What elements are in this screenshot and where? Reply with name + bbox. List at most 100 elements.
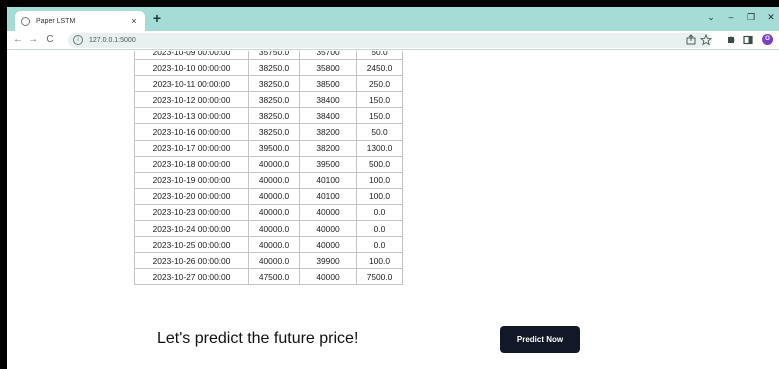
price-table: 2023-10-09 00:00:00 35750.0 35700 50.0 2023-… <box>134 51 403 286</box>
value-a-cell: 40000.0 <box>248 203 300 222</box>
table-row: 2023-10-11 00:00:00 38250.0 38500 250.0 <box>134 75 403 93</box>
value-b-cell: 40000 <box>299 268 357 286</box>
value-a-cell: 38250.0 <box>248 107 300 125</box>
value-a-cell: 39500.0 <box>248 139 300 157</box>
value-b-cell: 38400 <box>299 91 357 109</box>
value-b-cell: 38200 <box>299 123 357 141</box>
date-cell: 2023-10-24 00:00:00 <box>134 220 249 238</box>
value-a-cell: 38250.0 <box>248 123 300 141</box>
value-a-cell: 40000.0 <box>248 236 300 254</box>
star-icon[interactable] <box>700 34 712 46</box>
value-b-cell: 38500 <box>299 75 357 93</box>
forward-arrow-icon[interactable]: → <box>27 34 39 46</box>
value-c-cell: 0.0 <box>356 236 403 254</box>
table-row: 2023-10-16 00:00:00 38250.0 38200 50.0 <box>134 123 403 141</box>
date-cell: 2023-10-25 00:00:00 <box>134 236 249 254</box>
value-a-cell: 38250.0 <box>248 91 300 109</box>
value-c-cell: 150.0 <box>356 107 403 125</box>
date-cell: 2023-10-27 00:00:00 <box>134 268 249 286</box>
table-row: 2023-10-24 00:00:00 40000.0 40000 0.0 <box>134 220 403 238</box>
new-tab-button[interactable]: + <box>150 10 164 26</box>
chevron-down-icon[interactable]: ⌄ <box>704 11 718 23</box>
value-a-cell: 40000.0 <box>248 155 300 173</box>
table-row: 2023-10-25 00:00:00 40000.0 40000 0.0 <box>134 236 403 254</box>
value-c-cell: 7500.0 <box>356 268 403 286</box>
value-c-cell: 100.0 <box>356 187 403 205</box>
table-row: 2023-10-23 00:00:00 40000.0 40000 0.0 <box>134 203 403 222</box>
table-row: 2023-10-12 00:00:00 38250.0 38400 150.0 <box>134 91 403 109</box>
value-c-cell: 50.0 <box>356 123 403 141</box>
share-icon[interactable] <box>685 34 697 46</box>
date-cell: 2023-10-13 00:00:00 <box>134 107 249 125</box>
value-c-cell: 250.0 <box>356 75 403 93</box>
value-a-cell: 38250.0 <box>248 59 300 77</box>
date-cell: 2023-10-26 00:00:00 <box>134 252 249 270</box>
address-toolbar: ← → C i 127.0.0.1:5000 O ⋮ <box>7 31 779 50</box>
extensions-icon[interactable] <box>725 34 737 46</box>
date-cell: 2023-10-10 00:00:00 <box>134 59 249 77</box>
date-cell: 2023-10-12 00:00:00 <box>134 91 249 109</box>
table-row: 2023-10-27 00:00:00 47500.0 40000 7500.0 <box>134 268 403 286</box>
value-b-cell: 35700 <box>299 51 357 61</box>
browser-tab[interactable]: Paper LSTM × <box>15 11 145 31</box>
browser-window: Paper LSTM × + ⌄ – ❐ ✕ ← → C i 127.0.0.1… <box>7 7 779 369</box>
maximize-button[interactable]: ❐ <box>744 11 758 23</box>
date-cell: 2023-10-16 00:00:00 <box>134 123 249 141</box>
value-b-cell: 40000 <box>299 203 357 222</box>
predict-now-button[interactable]: Predict Now <box>500 326 580 353</box>
profile-avatar[interactable]: O <box>762 34 773 45</box>
date-cell: 2023-10-23 00:00:00 <box>134 203 249 222</box>
tab-close-icon[interactable]: × <box>129 16 139 26</box>
table-row: 2023-10-17 00:00:00 39500.0 38200 1300.0 <box>134 139 403 157</box>
value-c-cell: 150.0 <box>356 91 403 109</box>
value-b-cell: 39900 <box>299 252 357 270</box>
table-row: 2023-10-13 00:00:00 38250.0 38400 150.0 <box>134 107 403 125</box>
table-row: 2023-10-26 00:00:00 40000.0 39900 100.0 <box>134 252 403 270</box>
value-b-cell: 40100 <box>299 171 357 189</box>
value-a-cell: 38250.0 <box>248 75 300 93</box>
value-c-cell: 1300.0 <box>356 139 403 157</box>
sidebar-icon[interactable] <box>742 34 754 46</box>
value-c-cell: 2450.0 <box>356 59 403 77</box>
address-bar[interactable]: i 127.0.0.1:5000 <box>68 33 712 48</box>
minimize-button[interactable]: – <box>724 11 738 23</box>
value-a-cell: 35750.0 <box>248 51 300 61</box>
table-row: 2023-10-19 00:00:00 40000.0 40100 100.0 <box>134 171 403 189</box>
value-a-cell: 40000.0 <box>248 252 300 270</box>
tab-bar: Paper LSTM × + ⌄ – ❐ ✕ <box>7 7 779 31</box>
reload-icon[interactable]: C <box>44 34 56 46</box>
value-b-cell: 40000 <box>299 220 357 238</box>
value-a-cell: 40000.0 <box>248 220 300 238</box>
close-window-button[interactable]: ✕ <box>764 11 778 23</box>
globe-icon <box>21 16 30 26</box>
value-b-cell: 40100 <box>299 187 357 205</box>
tab-title: Paper LSTM <box>36 17 76 25</box>
date-cell: 2023-10-17 00:00:00 <box>134 139 249 157</box>
value-c-cell: 50.0 <box>356 51 403 61</box>
value-c-cell: 100.0 <box>356 171 403 189</box>
back-arrow-icon[interactable]: ← <box>12 34 24 46</box>
table-row: 2023-10-18 00:00:00 40000.0 39500 500.0 <box>134 155 403 173</box>
value-a-cell: 40000.0 <box>248 187 300 205</box>
date-cell: 2023-10-20 00:00:00 <box>134 187 249 205</box>
date-cell: 2023-10-11 00:00:00 <box>134 75 249 93</box>
value-b-cell: 38400 <box>299 107 357 125</box>
value-a-cell: 47500.0 <box>248 268 300 286</box>
value-b-cell: 35800 <box>299 59 357 77</box>
table-row: 2023-10-20 00:00:00 40000.0 40100 100.0 <box>134 187 403 205</box>
value-a-cell: 40000.0 <box>248 171 300 189</box>
date-cell: 2023-10-19 00:00:00 <box>134 171 249 189</box>
info-icon[interactable]: i <box>73 35 83 45</box>
value-b-cell: 38200 <box>299 139 357 157</box>
table-body: 2023-10-09 00:00:00 35750.0 35700 50.0 2023-… <box>134 51 403 286</box>
value-b-cell: 40000 <box>299 236 357 254</box>
date-cell: 2023-10-18 00:00:00 <box>134 155 249 173</box>
page-content: 2023-10-09 00:00:00 35750.0 35700 50.0 2023-… <box>7 51 779 369</box>
value-c-cell: 500.0 <box>356 155 403 173</box>
predict-heading: Let's predict the future price! <box>157 330 359 347</box>
date-cell: 2023-10-09 00:00:00 <box>134 51 249 61</box>
url-text[interactable]: 127.0.0.1:5000 <box>89 35 136 46</box>
table-row: 2023-10-09 00:00:00 35750.0 35700 50.0 <box>134 51 403 61</box>
value-c-cell: 100.0 <box>356 252 403 270</box>
table-row: 2023-10-10 00:00:00 38250.0 35800 2450.0 <box>134 59 403 77</box>
